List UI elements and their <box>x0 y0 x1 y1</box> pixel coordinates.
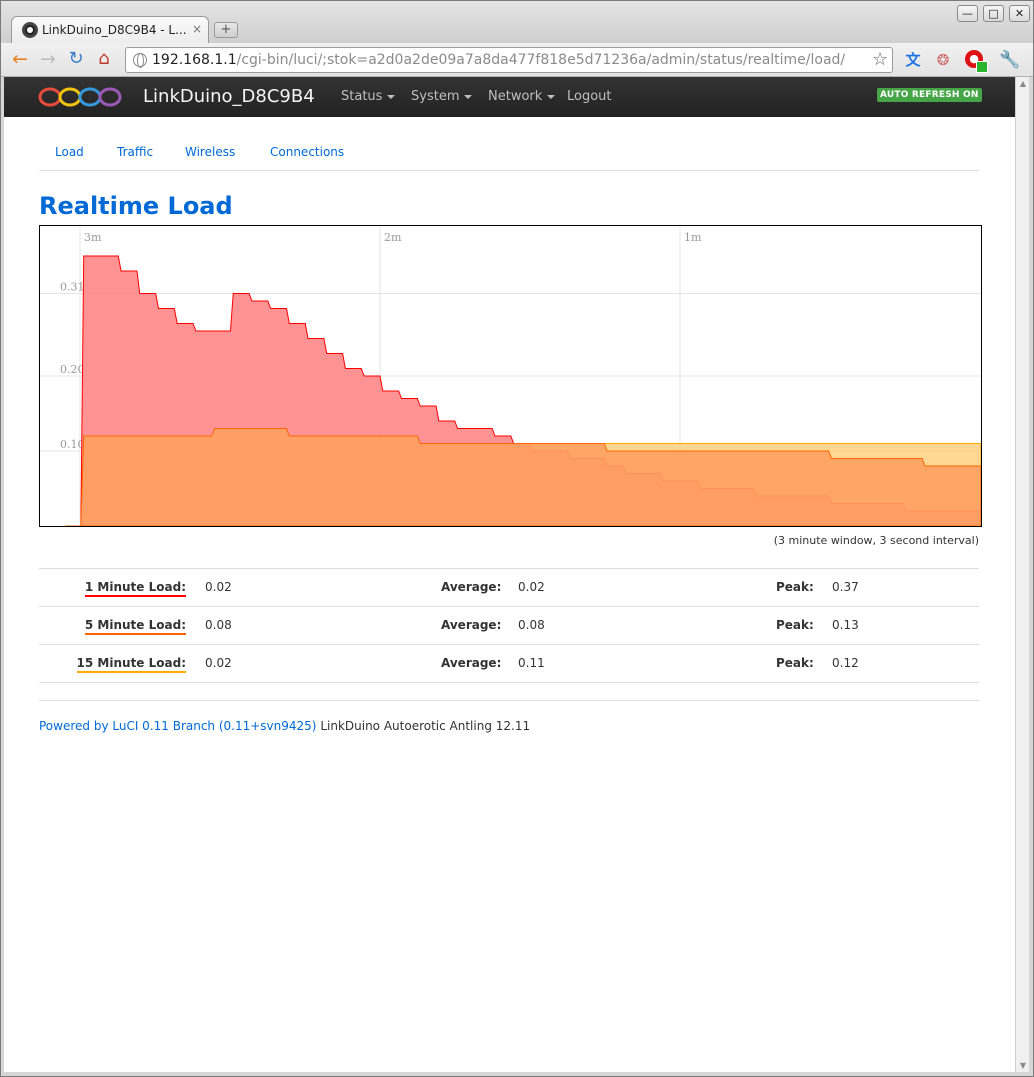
x-tick-label: 3m <box>84 231 102 244</box>
x-tick-label: 2m <box>384 231 402 244</box>
tab-close-icon[interactable]: × <box>192 22 202 36</box>
y-tick-label: 0.10 <box>60 438 85 451</box>
menu-network-label: Network <box>488 89 543 104</box>
stat-peak-label: Peak: <box>776 656 814 670</box>
footer-text: LinkDuino Autoerotic Antling 12.11 <box>316 719 531 733</box>
logo-icon <box>38 87 122 107</box>
y-tick-label: 0.31 <box>60 281 85 294</box>
menu-network[interactable]: Network <box>488 89 556 104</box>
minimize-button[interactable]: — <box>957 5 978 22</box>
stats-end-rule <box>39 682 979 683</box>
load-chart-svg: 3m 2m 1m 0.31 0.20 0.10 <box>40 226 981 526</box>
back-arrow-icon[interactable]: ← <box>9 49 31 71</box>
stat-peak-label: Peak: <box>776 618 814 632</box>
bug-extension-icon[interactable]: ❂ <box>933 50 953 70</box>
caret-down-icon <box>464 94 473 99</box>
page-title: Realtime Load <box>39 192 233 220</box>
caret-down-icon <box>387 94 396 99</box>
stat-avg-label: Average: <box>441 618 502 632</box>
tab-traffic[interactable]: Traffic <box>117 145 153 159</box>
title-bar: LinkDuino_D8C9B4 - L... × + — □ ✕ <box>1 1 1033 44</box>
stat-current-1min: 0.02 <box>205 580 232 594</box>
browser-tab[interactable]: LinkDuino_D8C9B4 - L... × <box>11 16 209 44</box>
caret-down-icon <box>547 94 556 99</box>
stat-avg-5min: 0.08 <box>518 618 545 632</box>
brand-title[interactable]: LinkDuino_D8C9B4 <box>143 86 315 107</box>
browser-toolbar: ← → ↻ ⌂ 192.168.1.1/cgi-bin/luci/;stok=a… <box>1 43 1033 77</box>
globe-icon <box>133 53 147 68</box>
maximize-button[interactable]: □ <box>983 5 1004 22</box>
load-stats-table: 1 Minute Load: 0.02 Average: 0.02 Peak: … <box>39 568 979 683</box>
tab-title: LinkDuino_D8C9B4 - L... <box>42 23 187 37</box>
scroll-down-icon[interactable]: ▼ <box>1018 1061 1028 1070</box>
page-footer: Powered by LuCI 0.11 Branch (0.11+svn942… <box>39 700 979 733</box>
stat-peak-15min: 0.12 <box>832 656 859 670</box>
scroll-up-icon[interactable]: ▲ <box>1018 79 1028 88</box>
stat-label-1min: 1 Minute Load: <box>84 580 186 597</box>
stat-label-15min: 15 Minute Load: <box>76 656 186 673</box>
menu-logout[interactable]: Logout <box>567 89 612 104</box>
stat-current-5min: 0.08 <box>205 618 232 632</box>
stat-avg-label: Average: <box>441 580 502 594</box>
stat-row-15min: 15 Minute Load: 0.02 Average: 0.11 Peak:… <box>39 644 979 682</box>
menu-status[interactable]: Status <box>341 89 396 104</box>
tab-connections[interactable]: Connections <box>270 145 344 159</box>
luci-link[interactable]: Powered by LuCI 0.11 Branch (0.11+svn942… <box>39 719 317 733</box>
page-viewport: LinkDuino_D8C9B4 Status System Network L… <box>4 77 1015 1072</box>
menu-status-label: Status <box>341 89 383 104</box>
stop-extension-icon[interactable]: ● <box>965 50 988 73</box>
bookmark-star-icon[interactable]: ☆ <box>872 49 888 70</box>
tab-load[interactable]: Load <box>55 145 84 159</box>
stat-avg-15min: 0.11 <box>518 656 545 670</box>
realtime-tabs: Load Traffic Wireless Connections <box>39 137 979 171</box>
auto-refresh-badge[interactable]: AUTO REFRESH ON <box>877 88 982 102</box>
url-host: 192.168.1.1 <box>152 52 237 68</box>
new-tab-button[interactable]: + <box>214 22 238 38</box>
menu-system[interactable]: System <box>411 89 473 104</box>
vertical-scrollbar[interactable]: ▲ ▼ <box>1015 77 1029 1072</box>
translate-extension-icon[interactable]: 文 <box>903 50 923 70</box>
url-text[interactable]: 192.168.1.1/cgi-bin/luci/;stok=a2d0a2de0… <box>152 52 845 68</box>
stat-label-5min: 5 Minute Load: <box>84 618 186 635</box>
stat-peak-5min: 0.13 <box>832 618 859 632</box>
stat-avg-1min: 0.02 <box>518 580 545 594</box>
window-note: (3 minute window, 3 second interval) <box>773 534 979 547</box>
close-window-button[interactable]: ✕ <box>1009 5 1030 22</box>
address-bar[interactable]: 192.168.1.1/cgi-bin/luci/;stok=a2d0a2de0… <box>125 47 893 73</box>
reload-icon[interactable]: ↻ <box>65 49 87 71</box>
luci-navbar: LinkDuino_D8C9B4 Status System Network L… <box>4 77 1015 117</box>
stat-avg-label: Average: <box>441 656 502 670</box>
load-graph: 3m 2m 1m 0.31 0.20 0.10 <box>39 225 982 527</box>
stat-peak-1min: 0.37 <box>832 580 859 594</box>
menu-system-label: System <box>411 89 460 104</box>
url-path: /cgi-bin/luci/;stok=a2d0a2de09a7a8da477f… <box>236 52 846 68</box>
forward-arrow-icon[interactable]: → <box>37 49 59 71</box>
stat-peak-label: Peak: <box>776 580 814 594</box>
stat-row-1min: 1 Minute Load: 0.02 Average: 0.02 Peak: … <box>39 568 979 606</box>
favicon-icon <box>22 22 38 38</box>
wrench-menu-icon[interactable]: 🔧 <box>999 50 1020 70</box>
tab-wireless[interactable]: Wireless <box>185 145 235 159</box>
stat-row-5min: 5 Minute Load: 0.08 Average: 0.08 Peak: … <box>39 606 979 644</box>
x-tick-label: 1m <box>684 231 702 244</box>
y-tick-label: 0.20 <box>60 363 85 376</box>
home-icon[interactable]: ⌂ <box>93 49 115 71</box>
stat-current-15min: 0.02 <box>205 656 232 670</box>
